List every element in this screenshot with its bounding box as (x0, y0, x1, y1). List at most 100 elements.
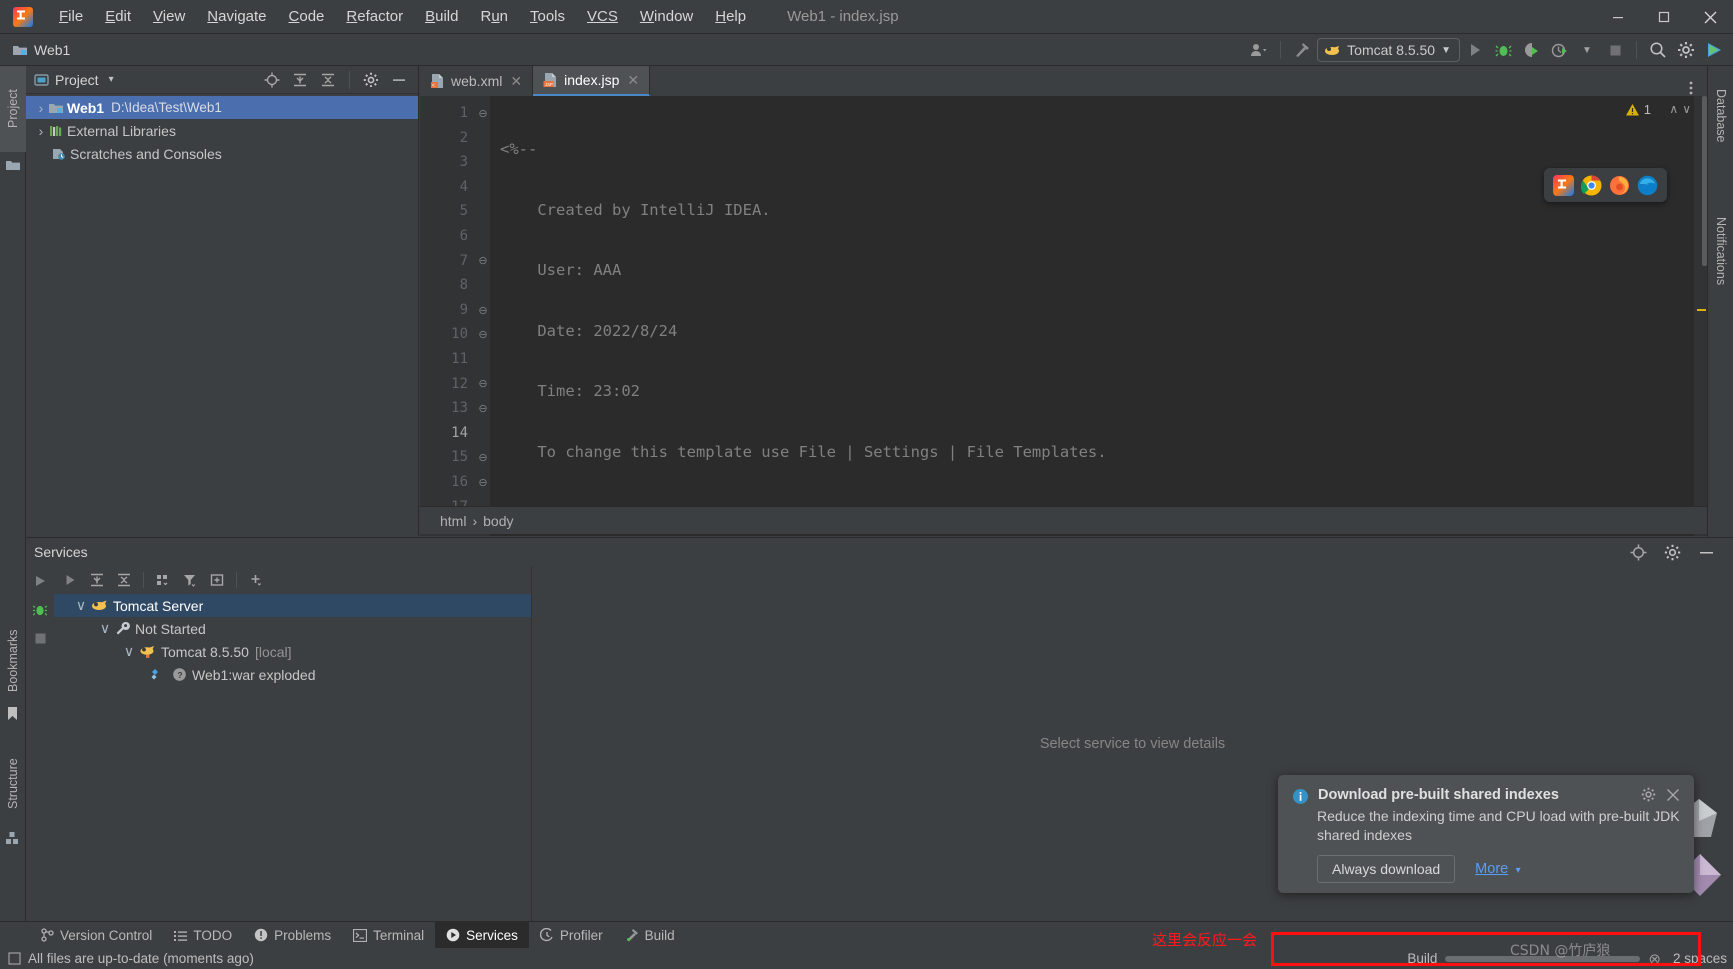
code-text[interactable]: <%-- Created by IntelliJ IDEA. User: AAA… (490, 96, 1707, 536)
run-coverage-button[interactable] (1518, 37, 1544, 63)
services-tree-row[interactable]: ∨ Not Started (54, 617, 531, 640)
fold-marker[interactable]: ⊖ (476, 445, 490, 470)
chevron-right-icon[interactable]: › (34, 100, 48, 116)
close-icon[interactable]: ✕ (510, 73, 522, 90)
menu-code[interactable]: Code (278, 5, 336, 28)
menu-edit[interactable]: Edit (94, 5, 142, 28)
sidebar-item-project[interactable]: Project (0, 66, 26, 152)
user-icon[interactable] (1246, 37, 1272, 63)
hammer-icon[interactable] (1289, 37, 1315, 63)
sidebar-item-structure[interactable]: Structure (0, 734, 26, 834)
close-icon[interactable] (1666, 788, 1680, 802)
chevron-down-icon[interactable]: ∨ (1682, 102, 1691, 116)
always-download-button[interactable]: Always download (1317, 855, 1456, 883)
menu-help[interactable]: Help (704, 5, 757, 28)
scrollbar-thumb[interactable] (1702, 96, 1707, 266)
chevron-up-icon[interactable]: ∧ (1669, 102, 1678, 116)
error-stripe-scrollbar[interactable] (1694, 96, 1707, 536)
sidebar-item-database[interactable]: Database (1708, 66, 1733, 166)
menu-run[interactable]: Run (469, 5, 519, 28)
services-tree-row[interactable]: ? Web1:war exploded (54, 663, 531, 686)
collapse-all-icon[interactable] (315, 67, 341, 93)
tree-row[interactable]: › External Libraries (26, 119, 418, 142)
maximize-button[interactable] (1641, 0, 1687, 34)
tab-terminal[interactable]: Terminal (342, 922, 435, 949)
tree-row[interactable]: Scratches and Consoles (26, 142, 418, 165)
tab-index-jsp[interactable]: JSP index.jsp ✕ (533, 66, 651, 96)
inspection-nav[interactable]: ∧ ∨ (1669, 102, 1691, 116)
fold-marker[interactable]: ⊖ (476, 396, 490, 421)
more-link[interactable]: More ▾ (1475, 860, 1521, 878)
run-configuration-selector[interactable]: Tomcat 8.5.50 ▼ (1317, 38, 1460, 62)
tab-build[interactable]: Build (614, 922, 686, 949)
menu-vcs[interactable]: VCS (576, 5, 629, 28)
services-tree-row[interactable]: ∨ Tomcat Server (54, 594, 531, 617)
tab-web-xml[interactable]: < web.xml ✕ (420, 66, 534, 96)
filter-icon[interactable] (178, 569, 202, 591)
menu-window[interactable]: Window (629, 5, 704, 28)
tab-profiler[interactable]: Profiler (529, 922, 614, 949)
tab-problems[interactable]: Problems (243, 922, 342, 949)
menu-refactor[interactable]: Refactor (335, 5, 414, 28)
chevron-down-icon[interactable]: ∨ (98, 620, 112, 636)
close-button[interactable] (1687, 0, 1733, 34)
group-icon[interactable] (151, 569, 175, 591)
add-tab-icon[interactable] (205, 569, 229, 591)
stop-icon[interactable] (34, 632, 47, 645)
chevron-down-icon[interactable]: ∨ (122, 643, 136, 659)
menu-file[interactable]: File (48, 5, 94, 28)
menu-navigate[interactable]: Navigate (196, 5, 277, 28)
gear-icon[interactable] (1659, 539, 1685, 565)
close-icon[interactable]: ✕ (627, 72, 639, 89)
menu-tools[interactable]: Tools (519, 5, 576, 28)
fold-marker[interactable]: ⊖ (476, 470, 490, 495)
intellij-icon[interactable] (1553, 174, 1574, 196)
chevron-down-icon[interactable]: ▾ (109, 74, 114, 85)
run-icon[interactable] (58, 569, 82, 591)
fold-marker[interactable]: ⊖ (476, 298, 490, 323)
search-icon[interactable] (1645, 37, 1671, 63)
fold-marker[interactable]: ⊖ (476, 322, 490, 347)
sidebar-item-notifications[interactable]: Notifications (1708, 186, 1733, 316)
locate-icon[interactable] (259, 67, 285, 93)
firefox-icon[interactable] (1609, 175, 1630, 196)
locate-icon[interactable] (1625, 539, 1651, 565)
fold-marker[interactable]: ⊖ (476, 249, 490, 274)
debug-button[interactable] (1490, 37, 1516, 63)
chevron-down-icon[interactable]: ∨ (74, 597, 88, 613)
stop-button[interactable] (1602, 37, 1628, 63)
code-folding-gutter[interactable]: ⊖ ⊖ ⊖ ⊖ ⊖ ⊖ ⊖ ⊖ (476, 96, 490, 536)
fold-marker[interactable]: ⊖ (476, 101, 490, 126)
gear-icon[interactable] (1641, 787, 1656, 802)
run-button[interactable] (1462, 37, 1488, 63)
services-tree-row[interactable]: ∨ Tomcat 8.5.50 [local] (54, 640, 531, 663)
breadcrumb-item-body[interactable]: body (483, 513, 513, 529)
collapse-all-icon[interactable] (112, 569, 136, 591)
breadcrumb-item-html[interactable]: html (440, 513, 466, 529)
add-icon[interactable] (244, 569, 268, 591)
tab-services[interactable]: Services (435, 921, 529, 949)
tab-todo[interactable]: TODO (163, 922, 243, 949)
run-icon[interactable] (33, 574, 47, 588)
code-editor[interactable]: 1 2 3 4 5 6 7 8 9 10 11 12 13 14 15 16 1… (420, 96, 1707, 536)
minimize-button[interactable] (1595, 0, 1641, 34)
hide-panel-icon[interactable] (386, 67, 412, 93)
updates-icon[interactable] (1701, 37, 1727, 63)
breadcrumb-project[interactable]: Web1 (12, 42, 70, 58)
chrome-icon[interactable] (1581, 174, 1602, 196)
edge-icon[interactable] (1637, 175, 1658, 196)
profile-button[interactable] (1546, 37, 1572, 63)
chevron-right-icon[interactable]: › (34, 123, 48, 139)
gear-icon[interactable] (358, 67, 384, 93)
hide-panel-icon[interactable] (1693, 539, 1719, 565)
inspection-warning-badge[interactable]: 1 (1625, 102, 1651, 117)
menu-view[interactable]: View (142, 5, 196, 28)
tab-version-control[interactable]: Version Control (30, 922, 163, 949)
expand-all-icon[interactable] (85, 569, 109, 591)
sidebar-item-bookmarks[interactable]: Bookmarks (0, 606, 26, 716)
tree-row[interactable]: › Web1 D:\Idea\Test\Web1 (26, 96, 418, 119)
fold-marker[interactable]: ⊖ (476, 372, 490, 397)
profile-dropdown-icon[interactable]: ▼ (1574, 37, 1600, 63)
editor-tab-overflow[interactable] (1683, 80, 1707, 96)
menu-build[interactable]: Build (414, 5, 469, 28)
